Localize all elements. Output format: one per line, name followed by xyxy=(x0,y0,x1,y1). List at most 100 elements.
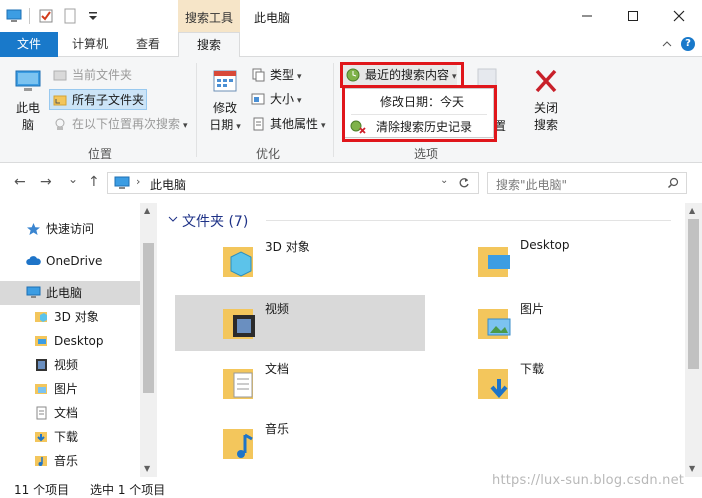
help-button[interactable]: ? xyxy=(681,37,695,51)
video-icon xyxy=(36,359,47,371)
address-row: ← → ⌄ ↑ › 此电脑 ⌄ 搜索"此电脑" xyxy=(0,163,702,203)
title-bar: 搜索工具 此电脑 xyxy=(0,0,702,32)
search-again-button[interactable]: 在以下位置再次搜索 ▾ xyxy=(50,114,188,135)
folder-label: 音乐 xyxy=(265,422,290,436)
this-pc-label-1: 此电 xyxy=(15,101,40,115)
item-count: 11 个项目 xyxy=(14,483,70,497)
kind-icon xyxy=(252,68,265,82)
ribbon-tab-row: 文件 计算机 查看 搜索 ? xyxy=(0,32,702,58)
maximize-button[interactable] xyxy=(610,0,656,32)
new-folder-icon[interactable] xyxy=(62,8,78,24)
computer-icon xyxy=(26,286,41,298)
close-button[interactable] xyxy=(656,0,702,32)
customize-qat-icon[interactable] xyxy=(85,8,101,24)
current-folder-label: 当前文件夹 xyxy=(72,68,133,82)
nav-item-desktop[interactable]: Desktop xyxy=(34,329,104,353)
folder-tile-documents[interactable]: 文档 xyxy=(175,355,425,411)
document-folder-icon xyxy=(223,369,253,399)
tab-view[interactable]: 查看 xyxy=(122,32,174,57)
current-folder-button[interactable]: 当前文件夹 xyxy=(50,65,132,86)
folder-tile-desktop[interactable]: Desktop xyxy=(430,233,680,289)
scroll-down-icon[interactable]: ▼ xyxy=(144,464,150,473)
highlight-box-dropdown xyxy=(342,85,497,142)
collapse-group-icon[interactable] xyxy=(168,215,178,223)
tab-search[interactable]: 搜索 xyxy=(178,32,240,58)
kind-button[interactable]: 类型 ▾ xyxy=(248,65,302,86)
scroll-up-icon[interactable]: ▲ xyxy=(144,206,150,215)
folder-label: 3D 对象 xyxy=(265,240,310,254)
search-icon[interactable] xyxy=(667,177,679,189)
tab-file[interactable]: 文件 xyxy=(0,32,58,57)
nav-downloads-label: 下载 xyxy=(54,430,79,444)
nav-item-this-pc[interactable]: 此电脑 xyxy=(26,281,82,305)
content-scrollbar[interactable]: ▲ ▼ xyxy=(685,203,702,477)
breadcrumb-this-pc[interactable]: 此电脑 xyxy=(150,176,186,193)
up-button[interactable]: ↑ xyxy=(88,174,100,190)
nav-item-downloads[interactable]: 下载 xyxy=(34,425,78,449)
all-subfolders-button[interactable]: 所有子文件夹 xyxy=(49,89,147,110)
file-list-pane: 文件夹 (7) 3D 对象 Desktop 视频 图片 文档 下载 音乐 xyxy=(158,203,685,477)
this-pc-button[interactable]: 此电 脑 xyxy=(10,69,46,134)
nav-item-music[interactable]: 音乐 xyxy=(34,449,78,473)
size-button[interactable]: 大小 ▾ xyxy=(248,89,302,110)
chevron-up-icon[interactable] xyxy=(662,40,672,48)
folders-group-header[interactable]: 文件夹 (7) xyxy=(182,211,248,231)
folder-label: 下载 xyxy=(520,362,545,376)
nav-item-3d-objects[interactable]: 3D 对象 xyxy=(34,305,99,329)
nav-3d-objects-label: 3D 对象 xyxy=(54,310,99,324)
close-icon xyxy=(673,10,685,22)
content-scroll-thumb[interactable] xyxy=(688,219,699,369)
picture-folder-icon xyxy=(478,309,511,339)
quick-access-label: 快速访问 xyxy=(46,222,95,236)
nav-scroll-thumb[interactable] xyxy=(143,243,154,393)
nav-item-pictures[interactable]: 图片 xyxy=(34,377,78,401)
scroll-up-icon[interactable]: ▲ xyxy=(689,206,695,215)
selected-count: 选中 1 个项目 xyxy=(90,483,166,497)
qat-separator xyxy=(29,8,30,24)
tab-computer[interactable]: 计算机 xyxy=(62,32,118,57)
refine-group-label: 优化 xyxy=(256,147,281,161)
refresh-icon[interactable] xyxy=(458,177,470,189)
subfolders-icon xyxy=(53,95,67,106)
group-separator xyxy=(333,63,334,157)
desktop-icon xyxy=(35,336,47,346)
watermark-text: https://lux-sun.blog.csdn.net xyxy=(492,473,685,488)
search-placeholder: 搜索"此电脑" xyxy=(496,178,568,192)
folder-tile-music[interactable]: 音乐 xyxy=(175,415,425,471)
properties-icon[interactable] xyxy=(38,8,54,24)
date-modified-button[interactable]: 修改 日期 ▾ xyxy=(205,67,245,136)
onedrive-label: OneDrive xyxy=(46,254,103,268)
download-folder-icon xyxy=(478,369,508,399)
all-subfolders-label: 所有子文件夹 xyxy=(72,93,145,107)
nav-item-onedrive[interactable]: OneDrive xyxy=(26,249,102,273)
other-properties-button[interactable]: 其他属性 ▾ xyxy=(248,114,326,135)
nav-pane-scrollbar[interactable]: ▲ ▼ xyxy=(140,203,157,477)
back-button[interactable]: ← xyxy=(14,174,26,190)
document-icon xyxy=(36,406,47,420)
computer-icon[interactable] xyxy=(6,8,22,24)
close-search-label-2: 搜索 xyxy=(533,118,558,132)
breadcrumb-chevron-icon[interactable]: › xyxy=(136,175,140,188)
nav-item-videos[interactable]: 视频 xyxy=(34,353,78,377)
address-bar[interactable]: › 此电脑 ⌄ xyxy=(107,172,479,194)
scroll-down-icon[interactable]: ▼ xyxy=(689,464,695,473)
close-search-button[interactable]: 关闭 搜索 xyxy=(526,67,566,134)
recent-locations-button[interactable]: ⌄ xyxy=(68,172,78,186)
folder-icon xyxy=(53,70,67,81)
maximize-icon xyxy=(628,11,638,21)
nav-videos-label: 视频 xyxy=(54,358,79,372)
folder-tile-videos[interactable]: 视频 xyxy=(175,295,425,351)
picture-icon xyxy=(35,384,47,394)
folder-tile-downloads[interactable]: 下载 xyxy=(430,355,680,411)
3d-objects-icon xyxy=(35,312,47,322)
search-input[interactable]: 搜索"此电脑" xyxy=(487,172,687,194)
folder-tile-pictures[interactable]: 图片 xyxy=(430,295,680,351)
nav-item-quick-access[interactable]: 快速访问 xyxy=(26,217,94,241)
location-group-label: 位置 xyxy=(88,147,113,161)
nav-item-documents[interactable]: 文档 xyxy=(34,401,78,425)
minimize-button[interactable] xyxy=(564,0,610,32)
window-title: 此电脑 xyxy=(254,11,291,25)
folder-tile-3d-objects[interactable]: 3D 对象 xyxy=(175,233,425,289)
forward-button[interactable]: → xyxy=(40,174,52,190)
address-dropdown-icon[interactable]: ⌄ xyxy=(440,175,448,186)
